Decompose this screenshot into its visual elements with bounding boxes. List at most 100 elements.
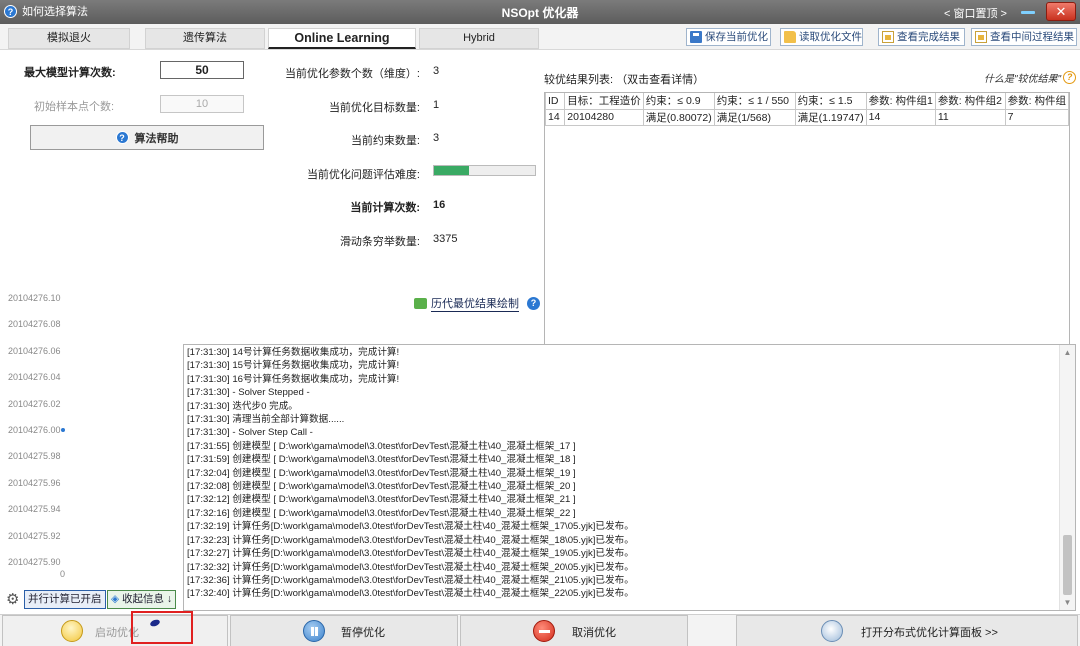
column-header[interactable]: 约束：≤ 0.9 [642,93,715,110]
scroll-thumb[interactable] [1063,535,1072,595]
table-cell: 14 [865,108,936,126]
log-line: [17:32:16] 创建模型 [ D:\work\gama\model\3.0… [187,507,576,519]
chart-y-tick: 20104276.08 [8,319,61,330]
tab-online-learning[interactable]: Online Learning [268,28,416,49]
start-optimization-label: 启动优化 [95,627,139,639]
log-line: [17:31:30] 迭代步0 完成。 [187,400,298,412]
table-row[interactable]: 14 20104280 满足(0.80072) 满足(1/568) 满足(1.19747… [545,108,1069,126]
save-optimization-label: 保存当前优化 [705,31,768,43]
slider-count-value: 3375 [433,233,458,245]
column-header[interactable]: 参数: 构件组2 [934,93,1006,110]
log-line: [17:31:30] - Solver Stepped - [187,387,310,399]
targets-label: 当前优化目标数量: [328,102,420,114]
load-optimization-label: 读取优化文件 [799,31,862,43]
parallel-computing-toggle[interactable]: 并行计算已开启 [24,590,106,609]
help-icon: ? [1063,71,1077,84]
log-line: [17:32:23] 计算任务[D:\work\gama\model\3.0te… [187,534,634,546]
pause-icon [303,620,325,642]
difficulty-label: 当前优化问题评估难度: [306,169,420,181]
chart-y-tick: 20104276.00 [8,425,61,435]
load-optimization-button[interactable]: 读取优化文件 [780,28,863,46]
log-line: [17:31:30] 15号计算任务数据收集成功，完成计算! [187,360,400,372]
algorithm-guide-label: 如何选择算法 [22,6,88,18]
log-line: [17:32:32] 计算任务[D:\work\gama\model\3.0te… [187,561,634,573]
chart-y-tick: 20104276.10 [8,293,61,303]
algorithm-guide-link[interactable]: ? 如何选择算法 [4,3,88,19]
cancel-optimization-button[interactable]: 取消优化 [460,615,688,646]
collapse-info-button[interactable]: ◈ 收起信息 ↓ [107,590,177,609]
help-icon[interactable]: ? [527,297,540,310]
history-plot-label: 历代最优结果绘制 [431,295,519,312]
difficulty-bar [433,165,536,176]
diamond-icon: ◈ [111,593,120,605]
table-cell: 14 [545,108,566,126]
column-header[interactable]: 约束：≤ 1 / 550 [713,93,796,110]
column-header[interactable]: 约束：≤ 1.5 [794,93,867,110]
table-header-row: ID 目标：工程造价 约束：≤ 0.9 约束：≤ 1 / 550 约束：≤ 1.5 参数:… [545,93,1069,110]
initial-samples-label: 初始样本点个数: [34,101,115,113]
tab-bar: 模拟退火 遗传算法 Online Learning Hybrid 保存当前优化 … [0,24,1080,50]
log-line: [17:31:59] 创建模型 [ D:\work\gama\model\3.0… [187,454,576,466]
log-line: [17:31:30] 16号计算任务数据收集成功，完成计算! [187,373,400,385]
log-lines: [17:31:30] 14号计算任务数据收集成功，完成计算! [17:31:30]… [187,346,1057,601]
distributed-panel-button[interactable]: 打开分布式优化计算面板 >> [736,615,1078,646]
log-line: [17:31:30] - Solver Step Call - [187,427,313,439]
tab-hybrid[interactable]: Hybrid [419,28,539,49]
chart-y-tick: 20104276.04 [8,372,61,383]
start-optimization-button[interactable]: 启动优化 [2,615,228,646]
history-plot-link[interactable]: 历代最优结果绘制 ? [414,295,540,312]
document-icon [882,31,894,43]
log-line: [17:31:30] 14号计算任务数据收集成功，完成计算! [187,347,400,358]
cloud-server-icon [821,620,843,642]
scroll-up-icon[interactable]: ▲ [1063,348,1072,357]
column-header[interactable]: ID [545,93,566,110]
save-optimization-button[interactable]: 保存当前优化 [686,28,771,46]
distributed-panel-label: 打开分布式优化计算面板 >> [861,627,998,639]
table-cell: 20104280 [564,108,644,126]
view-final-results-button[interactable]: 查看完成结果 [878,28,965,46]
tab-simulated-annealing[interactable]: 模拟退火 [8,28,130,49]
dimension-label: 当前优化参数个数（维度）: [284,68,420,80]
column-header[interactable]: 参数: 构件组1 [865,93,936,110]
constraints-label: 当前约束数量: [350,135,420,147]
log-panel[interactable]: [17:31:30] 14号计算任务数据收集成功，完成计算! [17:31:30]… [183,344,1076,611]
chart-y-tick: 20104275.94 [8,504,61,515]
chart-y-tick: 20104275.96 [8,477,61,488]
chart-y-tick: 20104276.06 [8,345,61,356]
document-icon [975,31,987,43]
what-is-better-result-link[interactable]: 什么是"较优结果" ? [984,70,1077,85]
log-line: [17:32:04] 创建模型 [ D:\work\gama\model\3.0… [187,467,576,479]
cancel-optimization-label: 取消优化 [572,627,616,639]
table-cell: 满足(1.19747) [794,108,867,126]
window-title: NSOpt 优化器 [501,6,579,20]
close-button[interactable]: ✕ [1046,2,1076,21]
view-intermediate-results-label: 查看中间过程结果 [990,31,1074,43]
constraints-value: 3 [433,132,440,144]
chart-y-tick: 20104275.98 [8,451,61,462]
results-table[interactable]: ID 目标：工程造价 约束：≤ 0.9 约束：≤ 1 / 550 约束：≤ 1.5 参数:… [544,92,1070,346]
pause-optimization-button[interactable]: 暂停优化 [230,615,458,646]
cancel-icon [533,620,555,642]
pin-window-button[interactable]: < 窗口置顶 > [944,5,1007,21]
minimize-button[interactable] [1016,3,1040,20]
slider-count-label: 滑动条穷举数量: [339,236,420,248]
chart-y-tick: 20104275.90 [8,557,61,567]
question-icon: ? [4,4,17,18]
tab-genetic-algorithm[interactable]: 遗传算法 [145,28,265,49]
dimension-value: 3 [433,65,440,77]
lightbulb-icon [61,620,83,642]
save-icon [690,31,702,43]
chart-icon [414,298,427,309]
targets-value: 1 [433,99,440,111]
log-line: [17:32:36] 计算任务[D:\work\gama\model\3.0te… [187,574,634,586]
column-header[interactable]: 目标：工程造价 [564,93,644,110]
log-scrollbar[interactable]: ▲ ▼ [1059,345,1075,610]
chart-point [61,428,65,432]
gear-icon[interactable]: ⚙ [6,592,21,607]
view-intermediate-results-button[interactable]: 查看中间过程结果 [971,28,1077,46]
log-line: [17:31:30] 清理当前全部计算数据...... [187,414,345,426]
column-header[interactable]: 参数: 构件组 [1004,93,1069,110]
max-iterations-label: 最大模型计算次数: [24,67,116,79]
view-final-results-label: 查看完成结果 [897,31,960,43]
scroll-down-icon[interactable]: ▼ [1063,598,1072,607]
